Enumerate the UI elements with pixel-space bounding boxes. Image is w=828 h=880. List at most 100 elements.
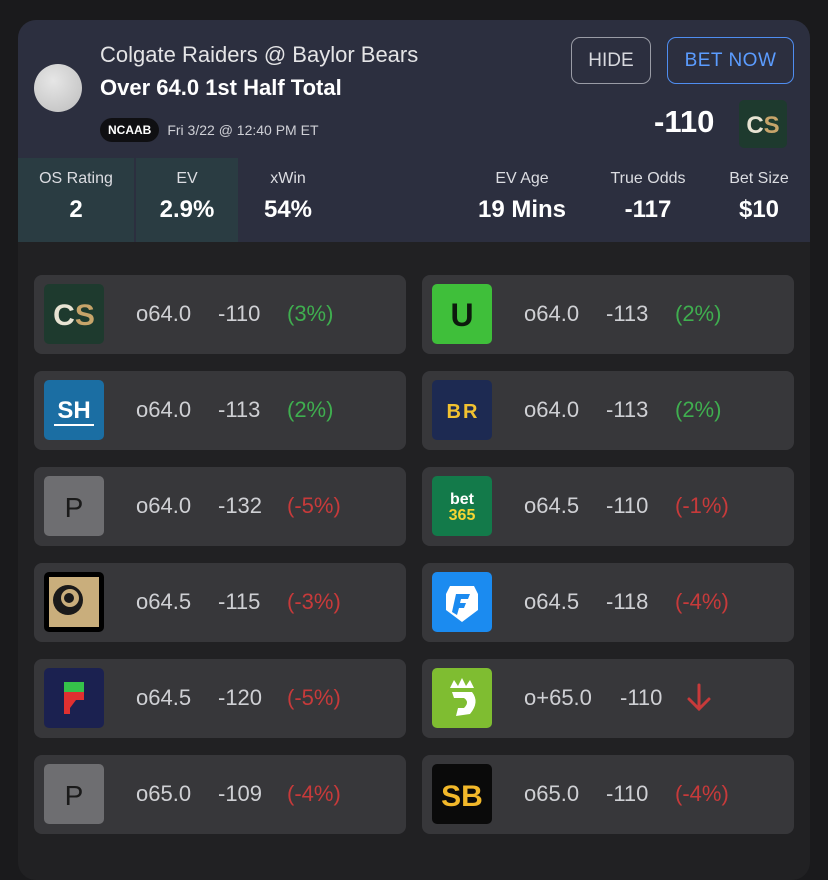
xwin-value: 54%: [263, 196, 313, 223]
ev-label: EV: [176, 170, 198, 187]
sportsbook-sb-logo-icon: SB: [432, 764, 492, 824]
true-odds-label: True Odds: [610, 170, 686, 187]
bet365-logo-icon: bet 365: [432, 476, 492, 536]
market-title: Over 64.0 1st Half Total: [100, 75, 342, 100]
svg-text:P: P: [65, 492, 84, 523]
book-price: -118: [606, 589, 649, 614]
avatar: [34, 64, 82, 112]
caesars-logo-icon: CS: [739, 100, 787, 148]
book-price: -132: [218, 493, 263, 518]
game-time: Fri 3/22 @ 12:40 PM ET: [167, 122, 319, 138]
ev-age-value: 19 Mins: [477, 196, 567, 223]
stats-bar: OS Rating 2 EV 2.9% xWin 54% EV Age 19 M…: [18, 158, 810, 242]
book-ev: (2%): [675, 301, 722, 326]
draftkings-icon: [432, 668, 492, 728]
bet-size-value: $10: [738, 196, 780, 223]
book-ev: (3%): [287, 301, 334, 326]
card-header: Colgate Raiders @ Baylor Bears Over 64.0…: [18, 20, 810, 242]
book-line: o64.5: [524, 493, 580, 518]
book-ev: (-4%): [287, 781, 341, 806]
book-row[interactable]: SH o64.0 -113 (2%): [34, 371, 406, 450]
svg-text:CS: CS: [53, 299, 95, 332]
book-line: o64.5: [136, 685, 192, 710]
ev-value: 2.9%: [159, 196, 215, 223]
book-price: -110: [620, 685, 663, 710]
svg-text:BR: BR: [447, 401, 478, 423]
book-row[interactable]: SB o65.0 -110 (-4%): [422, 755, 794, 834]
os-rating-label: OS Rating: [39, 170, 113, 187]
book-row[interactable]: BR o64.0 -113 (2%): [422, 371, 794, 450]
lion-icon: [44, 572, 104, 632]
xwin-stat: xWin 54%: [244, 158, 332, 242]
svg-text:SB: SB: [441, 780, 483, 813]
game-meta: NCAAB Fri 3/22 @ 12:40 PM ET: [100, 118, 319, 142]
os-rating-stat: OS Rating 2: [18, 158, 134, 242]
superbook-logo-icon: SH: [44, 380, 104, 440]
books-list: CS o64.0 -110 (3%) U o64.0 -113 (2%) SH …: [18, 242, 810, 880]
svg-text:bet: bet: [450, 491, 475, 508]
flag-icon: [44, 668, 104, 728]
book-ev: (-4%): [675, 589, 729, 614]
book-row[interactable]: o+65.0 -110: [422, 659, 794, 738]
book-ev: (-5%): [287, 685, 341, 710]
book-price: -113: [606, 301, 649, 326]
book-price: -110: [606, 781, 649, 806]
book-price: -120: [218, 685, 263, 710]
caesars-logo-icon: CS: [44, 284, 104, 344]
pinnacle-logo-icon: P: [44, 476, 104, 536]
book-price: -110: [218, 301, 261, 326]
matchup-title: Colgate Raiders @ Baylor Bears: [100, 42, 419, 67]
os-rating-value: 2: [69, 196, 83, 223]
league-badge: NCAAB: [100, 118, 160, 142]
hide-button[interactable]: HIDE: [571, 37, 651, 84]
fanduel-icon: [432, 572, 492, 632]
book-line: o64.0: [136, 301, 192, 326]
unibet-logo-icon: U: [432, 284, 492, 344]
ev-stat: EV 2.9%: [136, 158, 238, 242]
book-price: -110: [606, 493, 649, 518]
book-row[interactable]: o64.5 -115 (-3%): [34, 563, 406, 642]
best-odds: -110: [654, 104, 715, 139]
svg-text:CS: CS: [746, 112, 779, 139]
book-line: o65.0: [524, 781, 580, 806]
bet-size-label: Bet Size: [729, 170, 789, 187]
svg-text:U: U: [450, 297, 473, 333]
book-line: o+65.0: [524, 685, 592, 710]
book-row[interactable]: P o64.0 -132 (-5%): [34, 467, 406, 546]
svg-text:P: P: [65, 780, 84, 811]
book-ev: (-5%): [287, 493, 341, 518]
ev-age-stat: EV Age 19 Mins: [470, 158, 574, 242]
book-ev: (2%): [675, 397, 722, 422]
down-arrow-icon: [684, 681, 714, 715]
svg-text:SH: SH: [57, 397, 90, 424]
ev-age-label: EV Age: [495, 170, 549, 187]
true-odds-value: -117: [624, 196, 672, 223]
true-odds-stat: True Odds -117: [598, 158, 698, 242]
book-line: o65.0: [136, 781, 192, 806]
book-ev: (-3%): [287, 589, 341, 614]
book-price: -113: [606, 397, 649, 422]
book-line: o64.0: [136, 493, 192, 518]
book-ev: (-1%): [675, 493, 729, 518]
book-row[interactable]: P o65.0 -109 (-4%): [34, 755, 406, 834]
book-row[interactable]: CS o64.0 -110 (3%): [34, 275, 406, 354]
book-row[interactable]: bet 365 o64.5 -110 (-1%): [422, 467, 794, 546]
betrivers-logo-icon: BR: [432, 380, 492, 440]
book-line: o64.0: [524, 397, 580, 422]
bet-size-stat: Bet Size $10: [718, 158, 800, 242]
book-row[interactable]: o64.5 -118 (-4%): [422, 563, 794, 642]
book-price: -115: [218, 589, 261, 614]
bet-now-button[interactable]: BET NOW: [667, 37, 794, 84]
pinnacle-logo-icon: P: [44, 764, 104, 824]
book-row[interactable]: o64.5 -120 (-5%): [34, 659, 406, 738]
book-ev: (2%): [287, 397, 334, 422]
xwin-label: xWin: [270, 170, 306, 187]
book-line: o64.0: [524, 301, 580, 326]
book-price: -109: [218, 781, 263, 806]
book-line: o64.5: [136, 589, 192, 614]
svg-text:365: 365: [449, 507, 476, 524]
book-row[interactable]: U o64.0 -113 (2%): [422, 275, 794, 354]
book-line: o64.0: [136, 397, 192, 422]
book-price: -113: [218, 397, 261, 422]
book-ev: (-4%): [675, 781, 729, 806]
